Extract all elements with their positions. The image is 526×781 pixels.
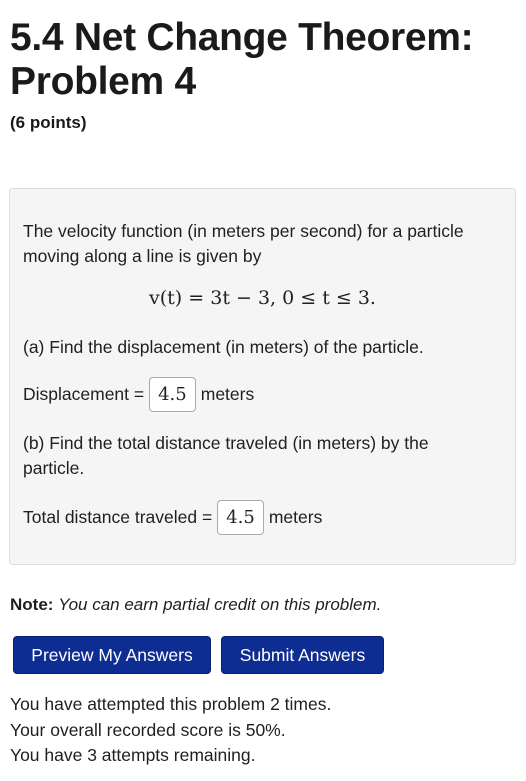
attempts-status: You have attempted this problem 2 times. <box>10 694 332 714</box>
displacement-answer-field[interactable]: 4.5 <box>149 377 196 412</box>
note-text: You can earn partial credit on this prob… <box>58 595 382 614</box>
page-title: 5.4 Net Change Theorem: Problem 4 <box>10 16 474 103</box>
note-label: Note: <box>10 595 54 614</box>
part-a-question: (a) Find the displacement (in meters) of… <box>23 337 424 357</box>
score-status: Your overall recorded score is 50%. <box>10 720 286 740</box>
part-b-question-line-1: (b) Find the total distance traveled (in… <box>23 433 429 453</box>
submit-answers-button[interactable]: Submit Answers <box>221 636 384 674</box>
part-a-label: Displacement = <box>23 384 145 404</box>
problem-intro-line-1: The velocity function (in meters per sec… <box>23 221 464 241</box>
part-a-unit: meters <box>200 384 255 404</box>
part-b-unit: meters <box>268 507 323 527</box>
preview-answers-button[interactable]: Preview My Answers <box>13 636 211 674</box>
part-b-question-line-2: particle. <box>23 458 85 478</box>
part-b-answer-row: Total distance traveled = 4.5 meters <box>23 500 322 535</box>
equation-lhs: v(t) <box>149 287 183 309</box>
total-distance-answer-field[interactable]: 4.5 <box>217 500 264 535</box>
points-label: (6 points) <box>10 113 87 132</box>
equation-rhs: = 3t − 3, 0 ≤ t ≤ 3. <box>188 287 376 309</box>
partial-credit-note: Note: You can earn partial credit on thi… <box>10 595 381 615</box>
part-a-answer-row: Displacement = 4.5 meters <box>23 377 254 412</box>
velocity-equation: v(t) = 3t − 3, 0 ≤ t ≤ 3. <box>10 287 515 309</box>
problem-panel: The velocity function (in meters per sec… <box>9 188 516 565</box>
part-b-label: Total distance traveled = <box>23 507 213 527</box>
problem-intro-line-2: moving along a line is given by <box>23 246 262 266</box>
remaining-status: You have 3 attempts remaining. <box>10 745 256 765</box>
